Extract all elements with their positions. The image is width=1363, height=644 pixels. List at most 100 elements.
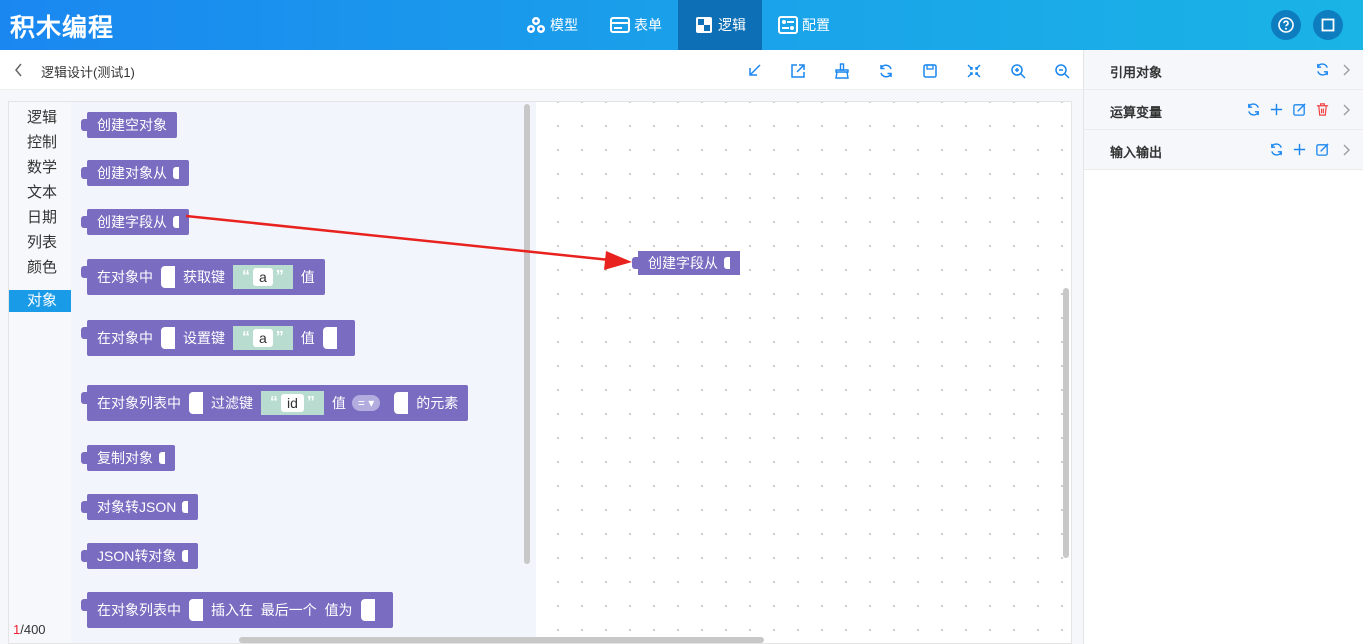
block-count-total: /400 bbox=[20, 622, 46, 637]
import-icon bbox=[749, 64, 761, 76]
add-icon[interactable] bbox=[1291, 141, 1308, 158]
canvas-horizontal-scrollbar[interactable] bbox=[239, 637, 764, 643]
flyout-scrollbar[interactable] bbox=[524, 104, 530, 564]
block-object-get-key[interactable]: 在对象中 获取键 “a” 值 bbox=[81, 259, 325, 295]
edit-icon[interactable] bbox=[1314, 141, 1331, 158]
export-button[interactable] bbox=[788, 61, 808, 81]
panel-calc-variables[interactable]: 运算变量 bbox=[1084, 90, 1363, 130]
string-value[interactable]: a bbox=[253, 329, 273, 347]
block-label: 值为 bbox=[324, 602, 353, 618]
string-value[interactable]: id bbox=[281, 394, 304, 412]
help-button[interactable] bbox=[1271, 10, 1301, 40]
refresh-icon[interactable] bbox=[1314, 61, 1331, 78]
nav-model[interactable]: 模型 bbox=[510, 0, 594, 50]
panel-referenced-objects[interactable]: 引用对象 bbox=[1084, 50, 1363, 90]
chevron-right-icon[interactable] bbox=[1337, 101, 1354, 118]
category-date[interactable]: 日期 bbox=[9, 207, 71, 229]
nav-logic[interactable]: 逻辑 bbox=[678, 0, 762, 50]
input-slot[interactable] bbox=[394, 392, 409, 414]
app-logo: 积木编程 bbox=[10, 14, 115, 42]
save-button[interactable] bbox=[920, 61, 940, 81]
import-button[interactable] bbox=[744, 61, 764, 81]
block-create-empty-object[interactable]: 创建空对象 bbox=[81, 112, 177, 138]
help-icon bbox=[1278, 17, 1294, 33]
block-object-list-filter[interactable]: 在对象列表中 过滤键 “id” 值 = ▾ 的元素 bbox=[80, 385, 469, 421]
collapse-button[interactable] bbox=[964, 61, 984, 81]
panel-actions bbox=[1245, 101, 1354, 118]
refresh-icon[interactable] bbox=[1268, 141, 1285, 158]
chevron-right-icon[interactable] bbox=[1337, 61, 1354, 78]
block-label: 在对象中 bbox=[97, 269, 153, 285]
category-logic[interactable]: 逻辑 bbox=[9, 107, 71, 129]
block-notch bbox=[182, 501, 189, 513]
string-block[interactable]: “id” bbox=[261, 391, 324, 415]
chevron-right-icon[interactable] bbox=[1337, 141, 1354, 158]
block-label: 值 bbox=[300, 269, 315, 285]
category-list[interactable]: 列表 bbox=[9, 232, 71, 254]
fullscreen-button[interactable] bbox=[1313, 10, 1343, 40]
string-block[interactable]: “a” bbox=[233, 265, 293, 289]
refresh-icon[interactable] bbox=[1245, 101, 1262, 118]
block-object-to-json[interactable]: 对象转JSON bbox=[80, 494, 199, 520]
block-create-field-from[interactable]: 创建字段从 bbox=[81, 209, 189, 235]
collapse-icon bbox=[967, 64, 981, 78]
block-label: 创建字段从 bbox=[648, 255, 718, 271]
block-create-object-from[interactable]: 创建对象从 bbox=[81, 160, 189, 186]
nav-config[interactable]: 配置 bbox=[762, 0, 846, 50]
edit-icon[interactable] bbox=[1291, 101, 1308, 118]
category-text[interactable]: 文本 bbox=[9, 182, 71, 204]
canvas-grid[interactable] bbox=[536, 102, 1071, 643]
block-label: 创建空对象 bbox=[97, 117, 167, 133]
block-copy-object[interactable]: 复制对象 bbox=[81, 445, 175, 471]
operator-dropdown[interactable]: = ▾ bbox=[351, 395, 381, 411]
string-block[interactable]: “a” bbox=[233, 326, 293, 350]
block-label: JSON转对象 bbox=[97, 548, 177, 564]
input-slot[interactable] bbox=[189, 392, 203, 414]
top-bar: 积木编程 模型 表单 逻辑 配置 bbox=[0, 0, 1363, 50]
category-math[interactable]: 数学 bbox=[9, 157, 71, 179]
zoom-in-icon bbox=[1011, 64, 1026, 79]
nav-form[interactable]: 表单 bbox=[594, 0, 678, 50]
clean-button[interactable] bbox=[832, 61, 852, 81]
delete-icon[interactable] bbox=[1314, 101, 1331, 118]
block-label: 创建字段从 bbox=[97, 214, 167, 230]
string-value[interactable]: a bbox=[253, 268, 273, 286]
input-slot[interactable] bbox=[360, 599, 375, 621]
block-label: 设置键 bbox=[183, 330, 225, 346]
panel-label: 输入输出 bbox=[1110, 145, 1163, 160]
export-icon bbox=[791, 64, 805, 78]
canvas-vertical-scrollbar[interactable] bbox=[1063, 288, 1069, 558]
block-label: 获取键 bbox=[183, 269, 225, 285]
canvas-block-create-field-from[interactable]: 创建字段从 bbox=[632, 251, 740, 275]
blockly-workspace[interactable]: 逻辑 控制 数学 文本 日期 列表 颜色 对象 创建空对象 创建对象从 创建字段… bbox=[8, 101, 1072, 644]
block-object-list-insert[interactable]: 在对象列表中 插入在 最后一个 值为 bbox=[81, 592, 393, 628]
refresh-button[interactable] bbox=[876, 61, 896, 81]
block-notch bbox=[182, 550, 189, 562]
input-slot[interactable] bbox=[189, 599, 203, 621]
panel-label: 运算变量 bbox=[1110, 105, 1163, 120]
panel-actions bbox=[1268, 141, 1354, 158]
input-slot[interactable] bbox=[161, 327, 175, 349]
zoom-out-button[interactable] bbox=[1052, 61, 1072, 81]
position-dropdown[interactable]: 最后一个 bbox=[261, 600, 317, 620]
sub-header: 逻辑设计(测试1) bbox=[0, 50, 1083, 90]
logic-icon bbox=[694, 16, 714, 34]
block-object-set-key[interactable]: 在对象中 设置键 “a” 值 bbox=[81, 320, 355, 356]
block-json-to-object[interactable]: JSON转对象 bbox=[80, 543, 199, 569]
category-control[interactable]: 控制 bbox=[9, 132, 71, 154]
category-color[interactable]: 颜色 bbox=[9, 257, 71, 279]
back-icon[interactable] bbox=[12, 61, 26, 79]
fullscreen-icon bbox=[1321, 18, 1335, 32]
add-icon[interactable] bbox=[1268, 101, 1285, 118]
panel-input-output[interactable]: 输入输出 bbox=[1084, 130, 1363, 170]
input-slot[interactable] bbox=[161, 266, 175, 288]
category-object[interactable]: 对象 bbox=[9, 290, 71, 312]
zoom-in-button[interactable] bbox=[1008, 61, 1028, 81]
input-slot[interactable] bbox=[322, 327, 337, 349]
block-label: 在对象列表中 bbox=[97, 602, 181, 618]
block-label: 复制对象 bbox=[97, 450, 153, 466]
block-label: 创建对象从 bbox=[97, 165, 167, 181]
right-panel: 引用对象 运算变量 输入输出 bbox=[1083, 50, 1363, 644]
main-nav: 模型 表单 逻辑 配置 bbox=[510, 0, 846, 50]
nav-logic-label: 逻辑 bbox=[718, 17, 746, 33]
